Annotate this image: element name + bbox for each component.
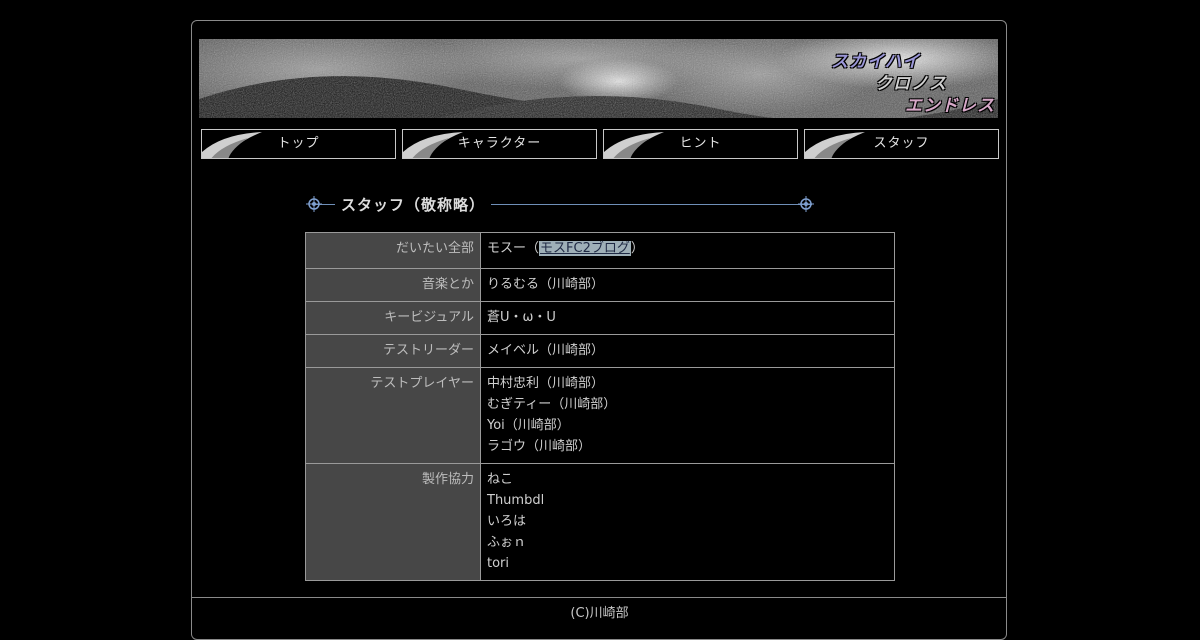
name-text: Thumbdl	[487, 493, 545, 508]
nav-item-label: トップ	[277, 136, 320, 151]
name-cell: りるむる（川崎部）	[480, 268, 895, 302]
name-cell: メイベル（川崎部）	[480, 334, 895, 368]
role-cell: テストリーダー	[305, 334, 481, 368]
name-text: ラゴウ（川崎部）	[487, 439, 592, 454]
name-text: ねこ	[487, 472, 514, 487]
table-row: テストリーダー メイベル（川崎部）	[305, 334, 895, 368]
ornament-icon	[798, 196, 814, 212]
name-text: 中村忠利（川崎部）	[487, 376, 605, 391]
role-cell: だいたい全部	[305, 232, 481, 269]
page-title: スタッフ（敬称略）	[335, 194, 492, 215]
name-text: Yoi（川崎部）	[487, 418, 570, 433]
ornament-icon	[306, 196, 322, 212]
role-cell: 製作協力	[305, 463, 481, 581]
name-cell: 中村忠利（川崎部） むぎティー（川崎部） Yoi（川崎部） ラゴウ（川崎部）	[480, 367, 895, 464]
main-nav: トップ キャラクター ヒント スタッフ	[201, 129, 999, 159]
nav-item-staff[interactable]: スタッフ	[804, 129, 999, 159]
nav-item-top[interactable]: トップ	[201, 129, 396, 159]
name-text: メイベル（川崎部）	[487, 343, 605, 358]
header-banner[interactable]: スカイハイ クロノス エンドレス	[199, 39, 998, 118]
nav-item-hint[interactable]: ヒント	[603, 129, 798, 159]
blog-link[interactable]: モスFC2ブログ	[539, 241, 631, 256]
copyright-text: (C)川崎部	[570, 606, 629, 621]
name-text: いろは	[487, 514, 527, 529]
name-text: ふぉｎ	[487, 535, 527, 550]
nav-item-label: スタッフ	[873, 136, 930, 151]
nav-item-character[interactable]: キャラクター	[402, 129, 597, 159]
name-text: ）	[630, 241, 644, 256]
name-cell: ねこ Thumbdl いろは ふぉｎ tori	[480, 463, 895, 581]
name-text: 蒼U・ω・U	[487, 310, 556, 325]
footer: (C)川崎部	[192, 597, 1007, 621]
name-cell: 蒼U・ω・U	[480, 301, 895, 335]
logo-line-3: エンドレス	[905, 96, 995, 116]
name-text: むぎティー（川崎部）	[487, 397, 617, 412]
name-text: りるむる（川崎部）	[487, 277, 605, 292]
name-cell: モスー（モスFC2ブログ）	[480, 232, 895, 269]
table-row: 製作協力 ねこ Thumbdl いろは ふぉｎ tori	[305, 463, 895, 581]
role-cell: キービジュアル	[305, 301, 481, 335]
name-text: モスー（	[487, 241, 540, 256]
role-cell: テストプレイヤー	[305, 367, 481, 464]
table-row: だいたい全部 モスー（モスFC2ブログ）	[305, 232, 895, 269]
table-row: テストプレイヤー 中村忠利（川崎部） むぎティー（川崎部） Yoi（川崎部） ラ…	[305, 367, 895, 464]
staff-table: だいたい全部 モスー（モスFC2ブログ） 音楽とか りるむる（川崎部） キービジ…	[305, 232, 895, 581]
nav-item-label: キャラクター	[457, 136, 542, 151]
nav-item-label: ヒント	[679, 136, 722, 151]
name-text: tori	[487, 556, 510, 571]
section-heading: スタッフ（敬称略）	[305, 192, 820, 218]
table-row: 音楽とか りるむる（川崎部）	[305, 268, 895, 302]
role-cell: 音楽とか	[305, 268, 481, 302]
table-row: キービジュアル 蒼U・ω・U	[305, 301, 895, 335]
